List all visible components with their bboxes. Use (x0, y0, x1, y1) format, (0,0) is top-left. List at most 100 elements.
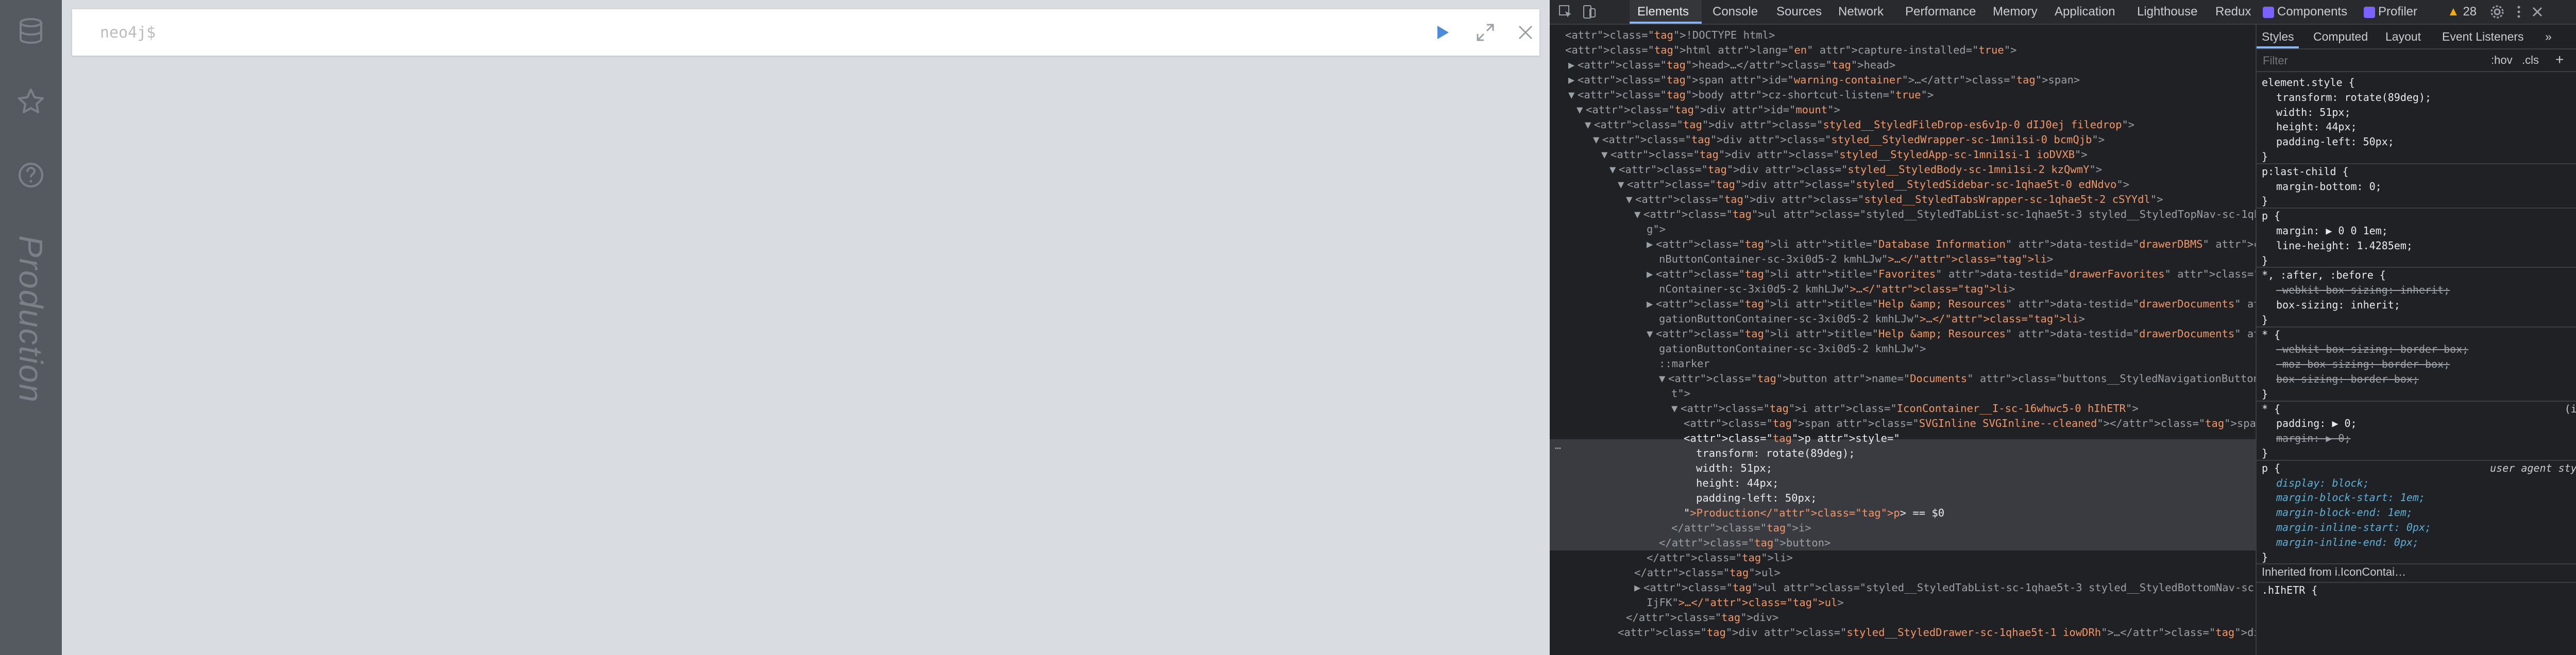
dom-line[interactable]: <attr">class="tag">span attr">class="SVG… (1684, 417, 2256, 432)
style-declaration[interactable]: padding: ▶ 0; (2276, 417, 2357, 432)
run-play-icon[interactable] (1431, 22, 1453, 43)
dom-line[interactable]: gationButtonContainer-sc-3xi0d5-2 kmhLJw… (1659, 313, 2085, 328)
style-declaration[interactable]: margin: ▶ 0 0 1em; (2276, 225, 2388, 239)
dom-line[interactable]: ▼ <attr">class="tag">div attr">class="sty… (1593, 133, 2105, 148)
style-source-link[interactable]: (index):7 (2565, 403, 2576, 415)
device-toggle-icon[interactable] (1582, 4, 1597, 20)
style-selector[interactable]: p:last-child { (2262, 165, 2349, 180)
tab-styles[interactable]: Styles (2262, 30, 2294, 44)
style-declaration[interactable]: padding-left: 50px; (2276, 135, 2394, 150)
style-declaration[interactable]: -webkit-box-sizing: inherit; (2276, 284, 2450, 298)
dom-line[interactable]: gationButtonContainer-sc-3xi0d5-2 kmhLJw… (1659, 342, 1926, 357)
dom-line[interactable]: ▼ <attr">class="tag">div attr">class="sty… (1618, 178, 2129, 193)
tab-lighthouse[interactable]: Lighthouse (2137, 5, 2197, 19)
style-declaration[interactable]: display: block; (2276, 477, 2369, 491)
style-selector[interactable]: } (2262, 254, 2268, 269)
dom-line[interactable]: ▶ <attr">class="tag">span attr">id="warni… (1568, 74, 2080, 89)
style-declaration[interactable]: box-sizing: inherit; (2276, 299, 2400, 313)
hov-toggle[interactable]: :hov (2491, 54, 2513, 67)
tab-application[interactable]: Application (2055, 5, 2115, 19)
style-declaration[interactable]: margin-bottom: 0; (2276, 180, 2382, 195)
dom-line[interactable]: t"> (1671, 387, 1690, 402)
dom-line[interactable]: ▼ <attr">class="tag">div attr">id="mount"… (1577, 104, 1840, 118)
tab-redux[interactable]: Redux (2215, 5, 2251, 19)
dom-line[interactable]: nContainer-sc-3xi0d5-2 kmhLJw">…</"attr"… (1659, 283, 2015, 298)
query-editor[interactable]: neo4j$ (72, 9, 1539, 56)
dom-line[interactable]: <attr">class="tag">!DOCTYPE html> (1565, 29, 1775, 44)
style-selector[interactable]: } (2262, 314, 2268, 328)
style-declaration[interactable]: -webkit-box-sizing: border-box; (2276, 343, 2468, 357)
tab-elements[interactable]: Elements (1637, 5, 1689, 19)
tab-profiler[interactable]: Profiler (2364, 5, 2417, 19)
dom-line[interactable]: <attr">class="tag">p attr">style=" (1684, 432, 1900, 447)
dom-line[interactable]: ▼ <attr">class="tag">button attr">name="D… (1659, 372, 2256, 387)
dom-line[interactable]: transform: rotate(89deg); (1696, 447, 1855, 462)
dom-line[interactable]: ▼ <attr">class="tag">i attr">class="IconC… (1671, 402, 2139, 417)
styles-filter-input[interactable] (2262, 54, 2480, 68)
dom-line[interactable]: ▶ <attr">class="tag">li attr">title="Help… (1647, 298, 2256, 313)
style-declaration[interactable]: margin-block-end: 1em; (2276, 506, 2413, 521)
more-options-icon[interactable] (2511, 4, 2527, 20)
style-declaration[interactable]: -moz-box-sizing: border-box; (2276, 358, 2450, 372)
inherited-header[interactable]: Inherited from i.IconContai… (2262, 565, 2406, 580)
cls-toggle[interactable]: .cls (2522, 54, 2539, 67)
style-declaration[interactable]: margin-inline-end: 0px; (2276, 536, 2419, 550)
dom-line[interactable]: ▶ <attr">class="tag">head>…</attr">class=… (1568, 59, 1895, 74)
warning-counter[interactable]: ▲ 28 (2447, 5, 2477, 19)
tab-computed[interactable]: Computed (2313, 30, 2368, 44)
help-icon[interactable] (15, 160, 46, 191)
dom-line[interactable]: </attr">class="tag">i> (1671, 522, 1811, 537)
dom-line[interactable]: ▼ <attr">class="tag">div attr">class="sty… (1609, 163, 2102, 178)
style-selector[interactable]: p { (2262, 462, 2280, 476)
dom-line[interactable]: width: 51px; (1696, 462, 1772, 477)
dom-line[interactable]: g"> (1647, 223, 1666, 238)
style-selector[interactable]: } (2262, 195, 2268, 209)
style-declaration[interactable]: height: 44px; (2276, 120, 2357, 135)
dom-line[interactable]: </attr">class="tag">ul> (1634, 566, 1781, 581)
style-declaration[interactable]: width: 51px; (2276, 106, 2351, 120)
dom-line[interactable]: IjFK">…</"attr">class="tag">ul> (1647, 596, 1844, 611)
style-selector[interactable]: } (2262, 551, 2268, 565)
tab-network[interactable]: Network (1838, 5, 1884, 19)
dom-line[interactable]: </attr">class="tag">li> (1647, 551, 1793, 566)
tab-layout[interactable]: Layout (2385, 30, 2421, 44)
dom-line[interactable]: ▼ <attr">class="tag">div attr">class="sty… (1601, 148, 2088, 163)
dom-line[interactable]: ▼ <attr">class="tag">div attr">class="sty… (1585, 118, 2134, 133)
style-selector[interactable]: } (2262, 447, 2268, 461)
tab-console[interactable]: Console (1713, 5, 1758, 19)
dom-line[interactable]: ▼ <attr">class="tag">div attr">class="sty… (1626, 193, 2163, 208)
dom-line[interactable]: ▼ <attr">class="tag">ul attr">class="styl… (1634, 208, 2256, 223)
style-selector[interactable]: * { (2262, 403, 2280, 417)
expand-icon[interactable] (1475, 22, 1496, 43)
star-icon[interactable] (15, 87, 46, 117)
dom-line[interactable]: ▶ <attr">class="tag">ul attr">class="styl… (1634, 581, 2256, 596)
new-rule-icon[interactable]: + (2555, 51, 2564, 68)
dom-line[interactable]: ::marker (1659, 357, 1710, 372)
style-declaration[interactable]: margin: ▶ 0; (2276, 432, 2351, 446)
dom-line[interactable]: </attr">class="tag">button> (1659, 537, 1831, 551)
dom-line[interactable]: ▶ <attr">class="tag">li attr">title="Favo… (1647, 268, 2256, 283)
style-selector[interactable]: *, :after, :before { (2262, 269, 2386, 283)
close-icon[interactable] (1515, 22, 1536, 43)
dom-line[interactable]: ▼ <attr">class="tag">body attr">cz-shortc… (1568, 89, 1934, 104)
style-declaration[interactable]: margin-block-start: 1em; (2276, 491, 2425, 506)
style-selector[interactable]: } (2262, 150, 2268, 165)
dom-line[interactable]: <attr">class="tag">html attr">lang="en" … (1565, 44, 2016, 59)
tab-event-listeners[interactable]: Event Listeners (2442, 30, 2524, 44)
style-declaration[interactable]: margin-inline-start: 0px; (2276, 521, 2431, 536)
style-declaration[interactable]: transform: rotate(89deg); (2276, 91, 2431, 106)
dom-line[interactable]: </attr">class="tag">div> (1626, 611, 1778, 626)
editor-prompt[interactable]: neo4j$ (100, 24, 156, 42)
dom-line[interactable]: ">Production</"attr">class="tag">p> == $… (1684, 507, 1944, 522)
style-selector[interactable]: element.style { (2262, 76, 2355, 91)
style-selector[interactable]: } (2262, 388, 2268, 402)
tab-components[interactable]: Components (2263, 5, 2347, 19)
tab-performance[interactable]: Performance (1905, 5, 1976, 19)
elements-tree[interactable]: … <attr">class="tag">!DOCTYPE html> <attr… (1550, 25, 2256, 655)
style-source-link[interactable]: user agent stylesheet (2490, 462, 2576, 474)
database-icon[interactable] (15, 15, 46, 46)
more-tabs-icon[interactable]: » (2545, 30, 2552, 44)
close-devtools-icon[interactable] (2530, 4, 2545, 20)
dom-line[interactable]: nButtonContainer-sc-3xi0d5-2 kmhLJw">…</… (1659, 253, 2053, 268)
style-declaration[interactable]: box-sizing: border-box; (2276, 373, 2419, 387)
